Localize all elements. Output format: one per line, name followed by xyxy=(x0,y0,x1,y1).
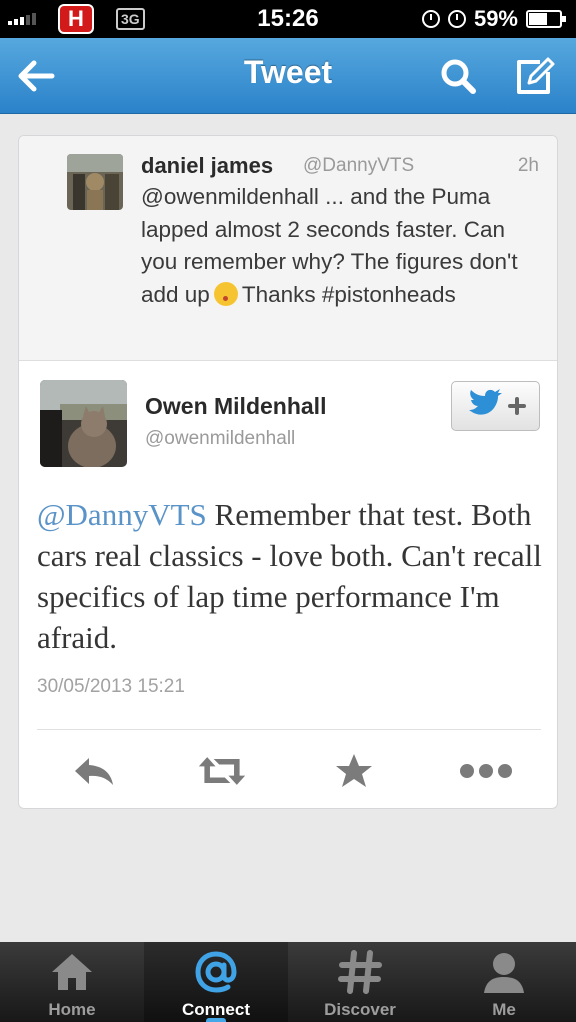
search-button[interactable] xyxy=(434,52,482,100)
avatar[interactable] xyxy=(67,154,123,210)
reply-time: 2h xyxy=(517,155,539,176)
tab-connect[interactable]: Connect xyxy=(144,942,288,1022)
reply-text-part2: Thanks #pistonheads xyxy=(241,281,456,307)
divider xyxy=(37,729,541,730)
retweet-icon xyxy=(198,757,246,785)
battery-icon xyxy=(526,10,566,28)
more-icon xyxy=(460,764,512,778)
in-reply-to-tweet[interactable]: daniel james @DannyVTS 2h @owenmildenhal… xyxy=(19,136,557,361)
tab-me[interactable]: Me xyxy=(432,942,576,1022)
mention-link[interactable]: @DannyVTS xyxy=(37,497,207,532)
tweet-text: @DannyVTS Remember that test. Both cars … xyxy=(37,494,547,658)
tweet-card: daniel james @DannyVTS 2h @owenmildenhal… xyxy=(18,135,558,809)
reply-author-name[interactable]: daniel james xyxy=(141,153,273,179)
tab-home[interactable]: Home xyxy=(0,942,144,1022)
reply-icon xyxy=(75,758,113,785)
tab-discover-label: Discover xyxy=(324,1000,396,1019)
tweet-timestamp: 30/05/2013 15:21 xyxy=(37,676,185,697)
at-icon xyxy=(192,950,240,994)
status-icons: 59% xyxy=(421,6,566,32)
alarm-icon xyxy=(447,10,466,28)
battery-percent: 59% xyxy=(473,6,518,31)
tab-bar: Home Connect Discover Me xyxy=(0,942,576,1022)
page-title: Tweet xyxy=(243,54,333,90)
active-tab-indicator xyxy=(206,1018,226,1022)
hash-icon xyxy=(336,950,384,994)
favorite-icon xyxy=(336,754,372,787)
follow-button[interactable] xyxy=(451,381,540,431)
tab-me-label: Me xyxy=(492,1000,516,1019)
search-icon xyxy=(441,59,476,94)
reply-tweet-text: @owenmildenhall ... and the Puma lapped … xyxy=(141,181,541,311)
compose-icon xyxy=(517,57,555,94)
tab-home-label: Home xyxy=(48,1000,96,1019)
status-bar: H 3G 15:26 59% xyxy=(0,0,576,38)
orientation-lock-icon xyxy=(421,10,440,28)
retweet-button[interactable] xyxy=(197,746,247,796)
nav-bar: Tweet xyxy=(0,38,576,114)
tab-connect-label: Connect xyxy=(182,1000,250,1019)
reply-button[interactable] xyxy=(69,746,119,796)
home-icon xyxy=(48,950,96,994)
author-avatar[interactable] xyxy=(40,380,127,467)
favorite-button[interactable] xyxy=(329,746,379,796)
twitter-bird-follow-icon xyxy=(468,389,526,415)
author-handle: @owenmildenhall xyxy=(145,428,296,449)
tab-discover[interactable]: Discover xyxy=(288,942,432,1022)
reply-author-handle: @DannyVTS xyxy=(303,155,415,176)
kissing-face-emoji-icon xyxy=(213,281,238,306)
more-button[interactable] xyxy=(457,746,515,796)
author-name[interactable]: Owen Mildenhall xyxy=(145,393,326,420)
compose-button[interactable] xyxy=(510,52,558,100)
person-icon xyxy=(480,950,528,994)
